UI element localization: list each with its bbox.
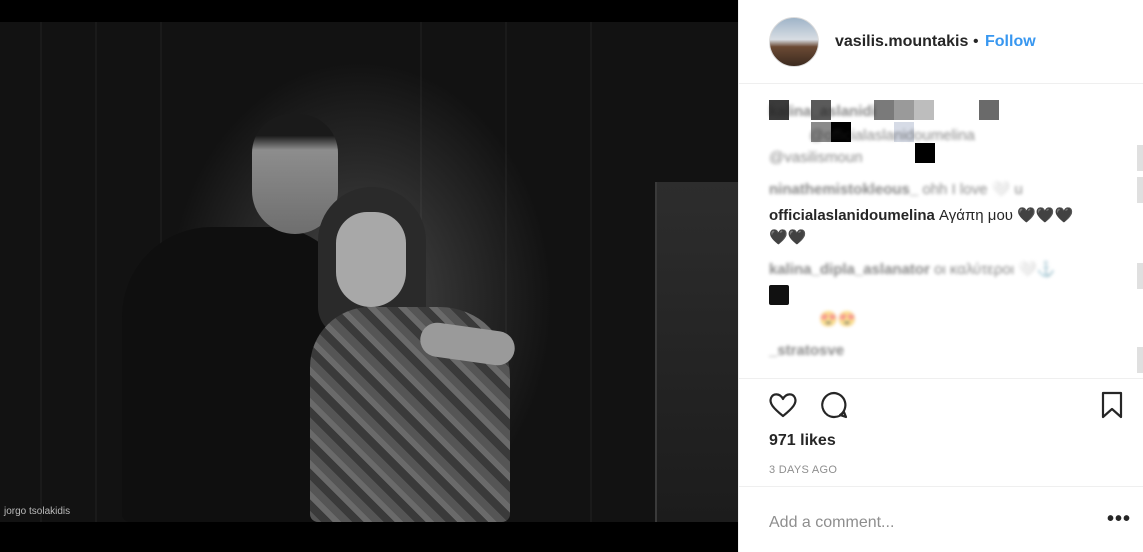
heart-icon — [769, 393, 797, 418]
likes-count[interactable]: 971 likes — [769, 432, 836, 450]
like-button[interactable] — [767, 389, 799, 421]
more-options-button[interactable]: ••• — [1107, 509, 1131, 529]
photo-credit-watermark: jorgo tsolakidis — [4, 506, 71, 517]
list-item: kalina_aslanidi — [769, 103, 876, 120]
stage-equipment — [655, 182, 738, 522]
header-separator: • — [973, 33, 979, 50]
comment-username[interactable]: officialaslanidoumelina — [769, 207, 935, 224]
post-photo[interactable] — [0, 22, 738, 522]
list-item: kalina_dipla_aslanator οι καλύτεροι 🤍⚓ — [769, 261, 1056, 278]
post-photo-frame: jorgo tsolakidis — [0, 0, 738, 552]
avatar[interactable] — [769, 17, 819, 67]
comment-text: Αγάπη μου 🖤🖤🖤 — [939, 207, 1074, 224]
bookmark-icon — [1101, 391, 1123, 419]
list-item: 😍😍 — [819, 311, 857, 328]
list-item: @officialaslanidoumelina — [809, 127, 975, 144]
post-side-panel: vasilis.mountakis • Follow kalina_aslani… — [738, 0, 1143, 552]
post-timestamp[interactable]: 3 DAYS AGO — [769, 464, 837, 476]
comment-button[interactable] — [818, 389, 850, 421]
follow-button[interactable]: Follow — [985, 33, 1036, 51]
save-button[interactable] — [1096, 389, 1128, 421]
comment-input[interactable] — [769, 507, 1069, 539]
speech-bubble-icon — [821, 391, 848, 419]
comments-list[interactable]: kalina_aslanidi @officialaslanidoumelina… — [739, 85, 1143, 377]
post-author-username[interactable]: vasilis.mountakis — [835, 33, 968, 51]
list-item: _stratosve — [769, 342, 845, 359]
post-actions: 971 likes 3 DAYS AGO — [739, 378, 1143, 488]
list-item: @vasilismoun — [769, 149, 863, 166]
post-header: vasilis.mountakis • Follow — [739, 0, 1143, 84]
comment-officialaslanidoumelina: officialaslanidoumelina Αγάπη μου 🖤🖤🖤 🖤🖤 — [769, 205, 1114, 249]
woman-face — [336, 212, 406, 307]
add-comment-section: ••• — [739, 486, 1143, 552]
list-item: ninathemistokleous_ ohh I love 🤍 u — [769, 181, 1023, 198]
comment-text-extra: 🖤🖤 — [769, 229, 807, 246]
